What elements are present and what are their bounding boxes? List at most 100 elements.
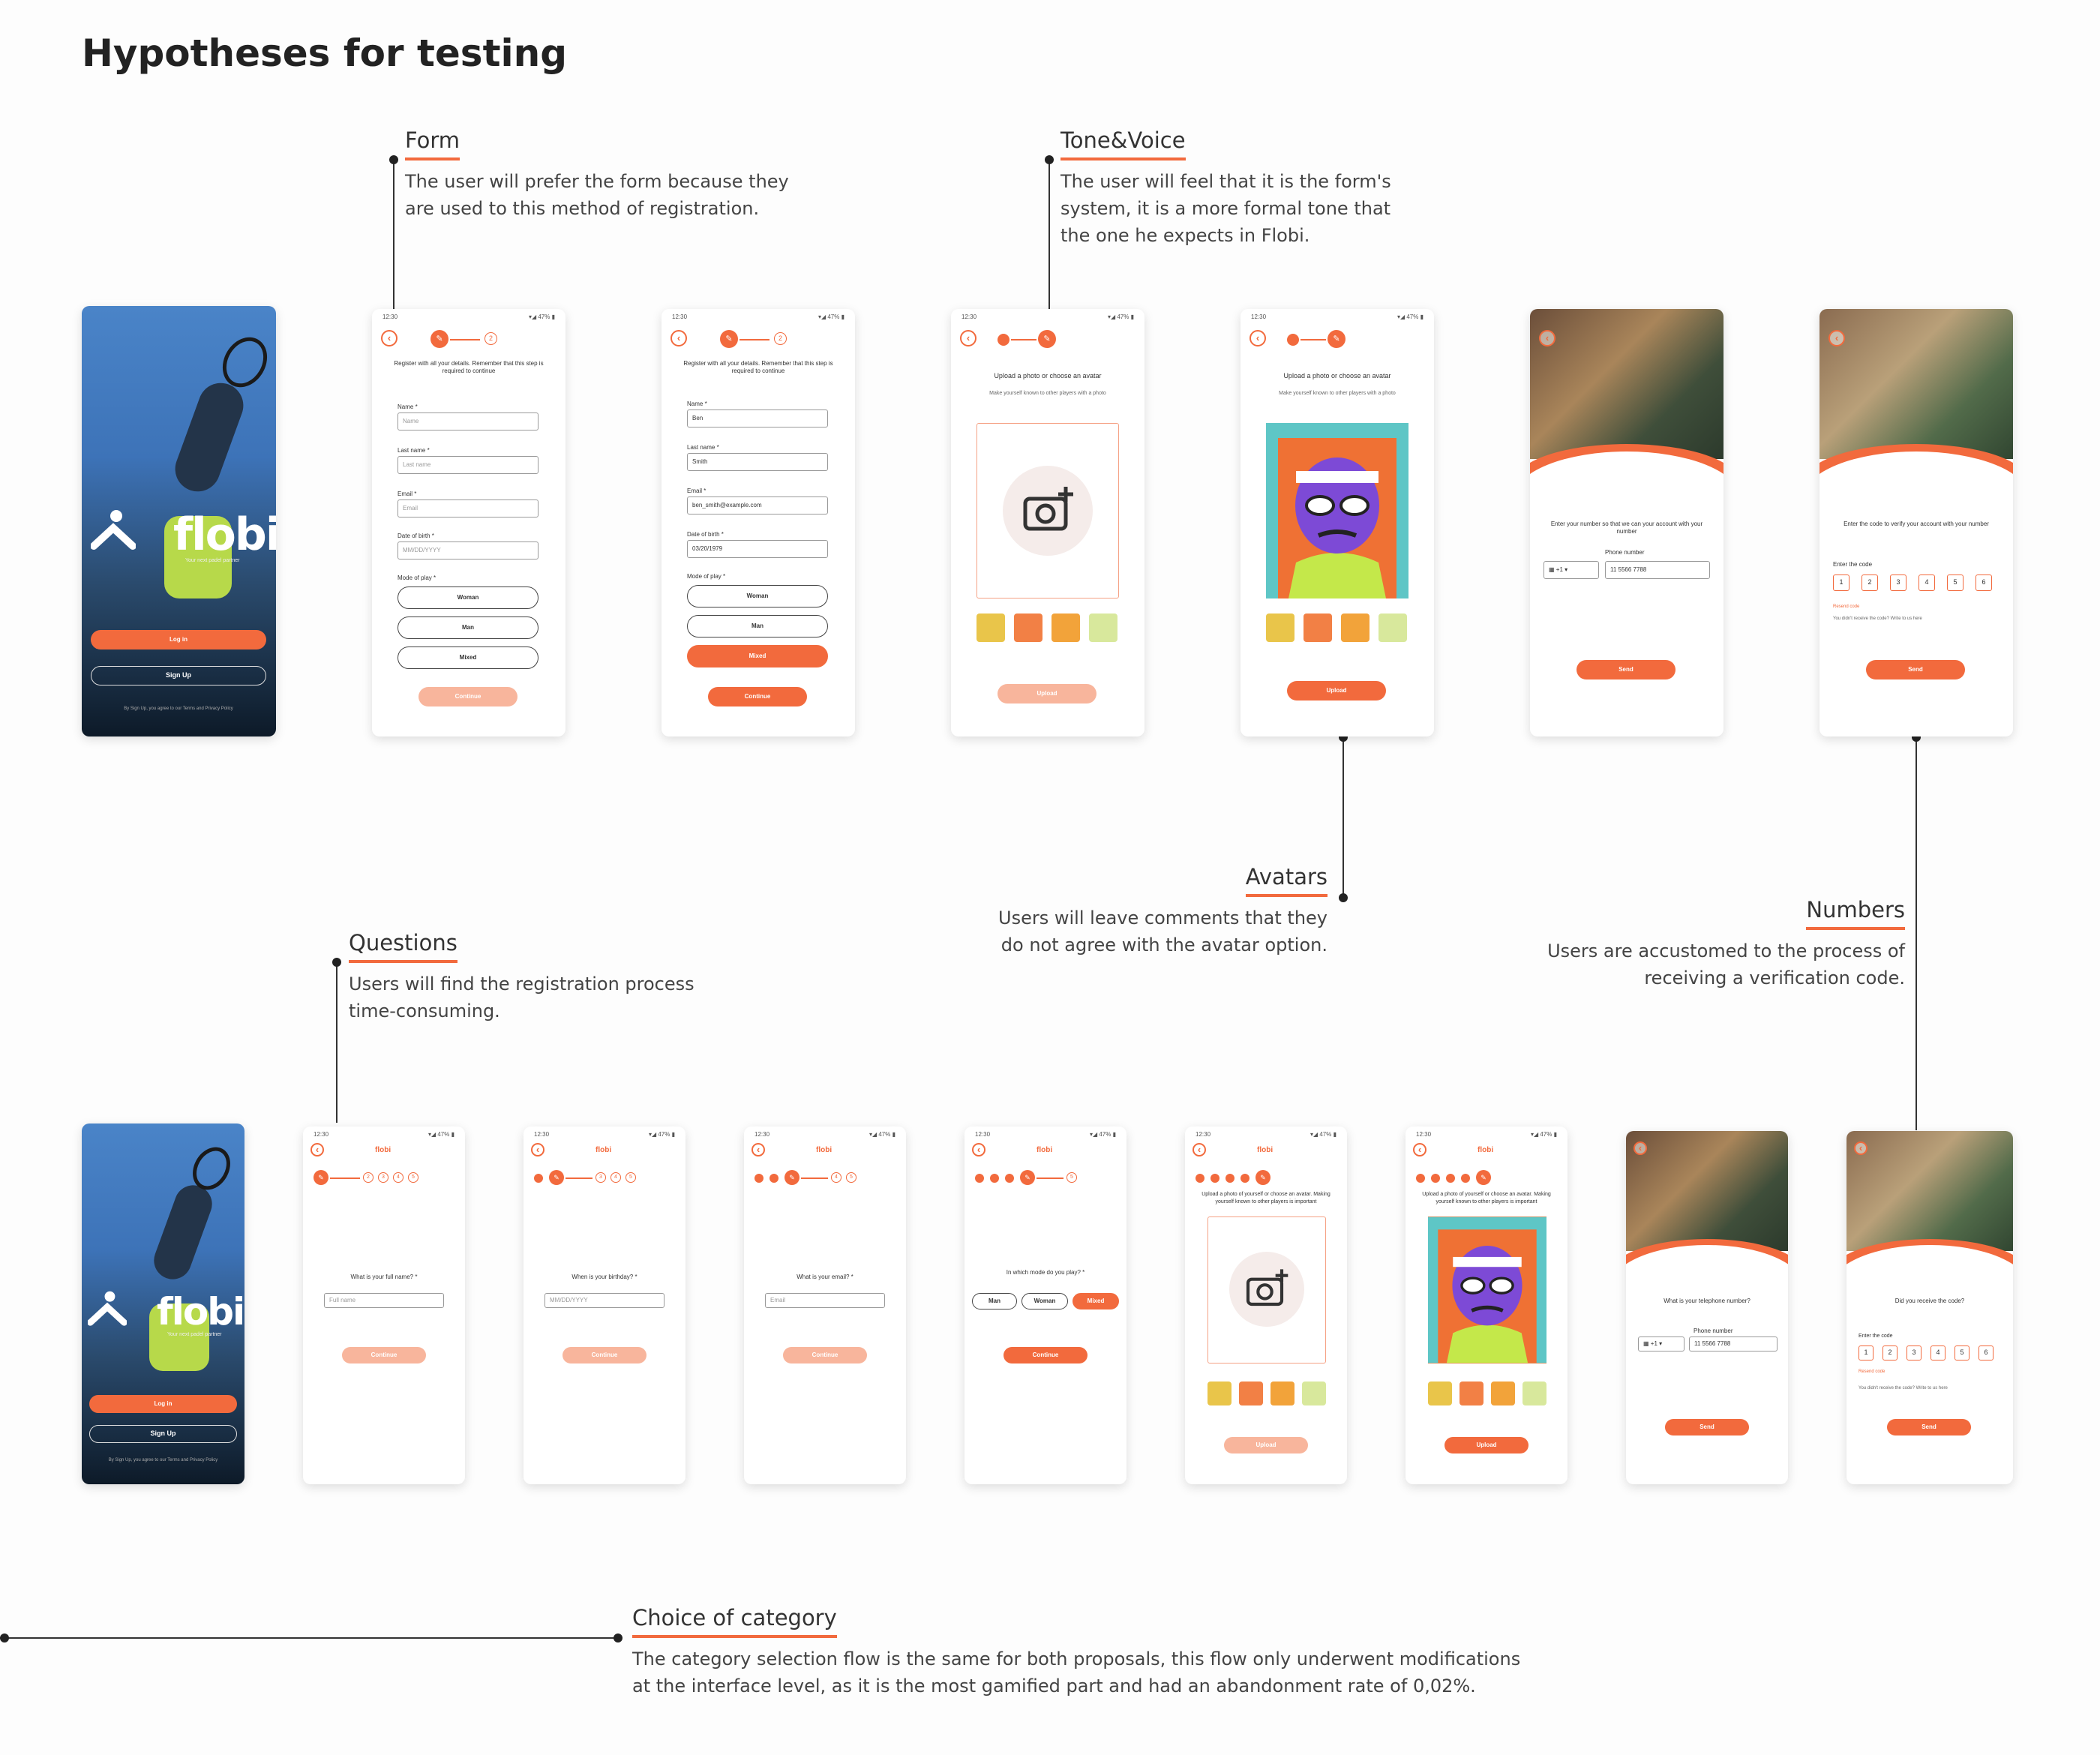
code-digit-3[interactable]: 3: [1890, 574, 1906, 591]
resend-code-link[interactable]: Resend code: [1833, 604, 1859, 609]
mode-option-mixed-selected[interactable]: Mixed: [687, 645, 828, 668]
avatar-option-1[interactable]: [1428, 1382, 1452, 1406]
send-button[interactable]: Send: [1866, 660, 1965, 680]
code-digit-3[interactable]: 3: [1906, 1346, 1922, 1360]
lastname-field[interactable]: Smith: [687, 453, 828, 471]
mode-option-woman[interactable]: Woman: [687, 585, 828, 608]
mode-option-man[interactable]: Man: [687, 615, 828, 638]
mode-option-man[interactable]: Man: [398, 616, 538, 639]
continue-button[interactable]: Continue: [418, 687, 518, 706]
code-digit-1[interactable]: 1: [1833, 574, 1850, 591]
dob-field[interactable]: 03/20/1979: [687, 540, 828, 558]
phone-field[interactable]: 11 5566 7788: [1689, 1336, 1778, 1352]
avatar-option-1[interactable]: [1266, 614, 1294, 642]
upload-button[interactable]: Upload: [998, 684, 1096, 704]
photo-dropzone[interactable]: [976, 423, 1119, 598]
name-field[interactable]: Ben: [687, 410, 828, 428]
upload-button[interactable]: Upload: [1224, 1437, 1308, 1454]
selected-avatar-image: [1266, 423, 1408, 598]
avatar-option-2[interactable]: [1460, 1382, 1484, 1406]
continue-button[interactable]: Continue: [783, 1347, 867, 1364]
upload-button[interactable]: Upload: [1444, 1437, 1528, 1454]
back-button[interactable]: ‹: [670, 330, 687, 346]
country-code-select[interactable]: ▦ +1 ▾: [1638, 1336, 1684, 1352]
country-code-select[interactable]: ▦ +1 ▾: [1544, 561, 1599, 579]
mode-option-mixed-selected[interactable]: Mixed: [1072, 1293, 1119, 1310]
step-1-done: [754, 1174, 764, 1183]
photo-dropzone[interactable]: [1208, 1216, 1326, 1364]
avatar-option-4[interactable]: [1302, 1382, 1326, 1406]
upload-button[interactable]: Upload: [1287, 681, 1386, 700]
hero-photo: [1530, 309, 1724, 459]
continue-button[interactable]: Continue: [562, 1347, 646, 1364]
login-button[interactable]: Log in: [91, 630, 266, 650]
avatar-option-4[interactable]: [1522, 1382, 1546, 1406]
send-button[interactable]: Send: [1665, 1419, 1749, 1436]
resend-code-link[interactable]: Resend code: [1858, 1370, 1885, 1374]
send-button[interactable]: Send: [1887, 1419, 1971, 1436]
back-button[interactable]: ‹: [381, 330, 398, 346]
back-button[interactable]: ‹: [531, 1143, 544, 1156]
birthday-field[interactable]: MM/DD/YYYY: [544, 1293, 664, 1308]
signup-button[interactable]: Sign Up: [91, 666, 266, 686]
signup-button[interactable]: Sign Up: [89, 1425, 237, 1443]
continue-button[interactable]: Continue: [1004, 1347, 1088, 1364]
connector-dot: [614, 1634, 622, 1642]
email-field[interactable]: ben_smith@example.com: [687, 496, 828, 514]
code-digit-5[interactable]: 5: [1947, 574, 1964, 591]
back-button[interactable]: ‹: [1828, 330, 1845, 346]
avatar-option-1[interactable]: [976, 614, 1005, 642]
back-button[interactable]: ‹: [752, 1143, 765, 1156]
code-digit-4[interactable]: 4: [1930, 1346, 1946, 1360]
avatar-option-4[interactable]: [1089, 614, 1118, 642]
mode-option-woman[interactable]: Woman: [398, 586, 538, 609]
status-icons: ▾◢ 47% ▮: [1396, 314, 1424, 320]
status-bar: 12:30 ▾◢ 47% ▮: [534, 1131, 675, 1138]
login-button[interactable]: Log in: [89, 1395, 237, 1413]
avatar-option-3[interactable]: [1052, 614, 1080, 642]
back-button[interactable]: ‹: [310, 1143, 324, 1156]
code-digit-6[interactable]: 6: [1978, 1346, 1994, 1360]
avatar-option-2[interactable]: [1239, 1382, 1263, 1406]
dob-field[interactable]: MM/DD/YYYY: [398, 542, 538, 560]
email-field[interactable]: Email: [765, 1293, 885, 1308]
mode-option-mixed[interactable]: Mixed: [398, 646, 538, 669]
lastname-label: Last name *: [687, 444, 719, 451]
code-digit-2[interactable]: 2: [1862, 574, 1878, 591]
back-button[interactable]: ‹: [1539, 330, 1556, 346]
avatar-option-3[interactable]: [1491, 1382, 1515, 1406]
code-digit-5[interactable]: 5: [1954, 1346, 1970, 1360]
continue-button[interactable]: Continue: [342, 1347, 426, 1364]
continue-button[interactable]: Continue: [708, 687, 807, 706]
mode-label: Mode of play *: [398, 574, 436, 581]
back-button[interactable]: ‹: [960, 330, 976, 346]
code-digit-6[interactable]: 6: [1976, 574, 1992, 591]
lastname-field[interactable]: Last name: [398, 456, 538, 474]
annotation-category-title: Choice of category: [632, 1605, 837, 1638]
full-name-field[interactable]: Full name: [324, 1293, 444, 1308]
step-4-done: [1461, 1174, 1470, 1183]
code-digit-2[interactable]: 2: [1882, 1346, 1898, 1360]
send-button[interactable]: Send: [1576, 660, 1676, 680]
avatar-option-2[interactable]: [1304, 614, 1332, 642]
avatar-option-2[interactable]: [1014, 614, 1042, 642]
back-button[interactable]: ‹: [1413, 1143, 1426, 1156]
annotation-questions: Questions Users will find the registrati…: [349, 930, 724, 1024]
mode-option-man[interactable]: Man: [972, 1293, 1017, 1310]
step-4: 4: [393, 1172, 404, 1183]
phone-field[interactable]: 11 5566 7788: [1605, 561, 1710, 579]
back-button[interactable]: ‹: [1634, 1142, 1647, 1155]
code-digit-4[interactable]: 4: [1918, 574, 1935, 591]
back-button[interactable]: ‹: [1854, 1142, 1868, 1155]
back-button[interactable]: ‹: [1250, 330, 1266, 346]
code-digit-1[interactable]: 1: [1858, 1346, 1874, 1360]
avatar-option-1[interactable]: [1208, 1382, 1232, 1406]
email-field[interactable]: Email: [398, 500, 538, 518]
back-button[interactable]: ‹: [972, 1143, 986, 1156]
mode-option-woman[interactable]: Woman: [1022, 1293, 1068, 1310]
avatar-option-3[interactable]: [1341, 614, 1370, 642]
avatar-option-4[interactable]: [1378, 614, 1407, 642]
back-button[interactable]: ‹: [1192, 1143, 1206, 1156]
name-field[interactable]: Name: [398, 412, 538, 430]
avatar-option-3[interactable]: [1270, 1382, 1294, 1406]
